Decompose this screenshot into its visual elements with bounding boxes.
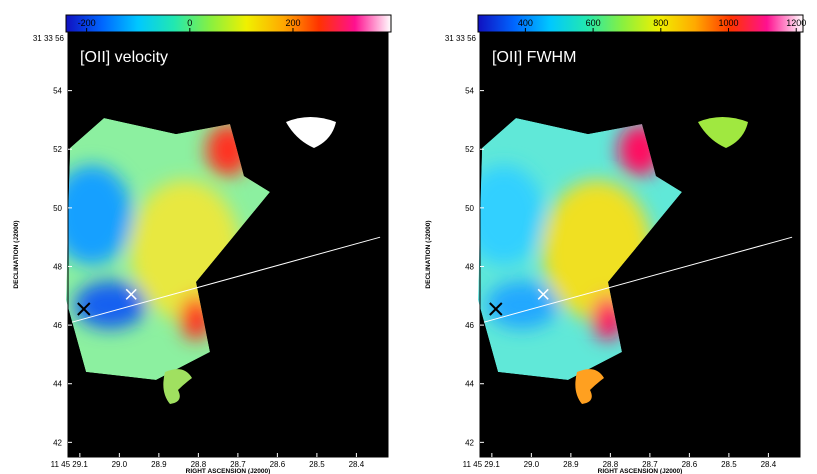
colorbar-tick-label: 600 (586, 18, 601, 28)
ra-first-label: 11 45 29.1 (51, 460, 89, 469)
ra-tick-label: 28.9 (563, 460, 579, 469)
dec-tick-label: 44 (53, 380, 62, 389)
ra-tick-label: 28.5 (721, 460, 737, 469)
dec-top-label: 31 33 56 (445, 34, 477, 43)
ra-tick-label: 29.0 (112, 460, 128, 469)
colorbar-tick-label: 0 (187, 18, 192, 28)
ra-tick-label: 29.0 (524, 460, 540, 469)
dec-tick-label: 54 (53, 87, 62, 96)
dec-tick-label: 52 (465, 145, 474, 154)
overlay-title: [OII] FWHM (492, 49, 576, 66)
ra-tick-label: 28.6 (682, 460, 698, 469)
colorbar-tick-label: 400 (518, 18, 533, 28)
colorbar-tick-label: -200 (78, 18, 96, 28)
y-axis-label: DECLINATION (J2000) (425, 220, 432, 288)
colorbar-tick-label: 800 (653, 18, 668, 28)
dec-tick-label: 46 (53, 321, 62, 330)
dec-tick-label: 44 (465, 380, 474, 389)
velocity-map-svg: -200 0 200 [OII] velocity 31 33 56 54 52 50 48 46… (13, 14, 392, 474)
dec-tick-label: 54 (465, 87, 474, 96)
y-axis-label: DECLINATION (J2000) (13, 220, 20, 288)
colorbar-tick-label: 200 (285, 18, 300, 28)
dec-tick-label: 42 (53, 438, 62, 447)
ra-tick-label: 28.6 (270, 460, 286, 469)
ra-tick-label: 28.4 (349, 460, 365, 469)
ra-tick-label: 28.5 (309, 460, 325, 469)
dec-tick-label: 50 (465, 204, 474, 213)
overlay-title: [OII] velocity (80, 49, 168, 66)
ra-tick-label: 28.9 (151, 460, 167, 469)
colorbar (65, 14, 392, 33)
ra-tick-label: 28.4 (761, 460, 777, 469)
x-axis-label: RIGHT ASCENSION (J2000) (598, 468, 683, 474)
ra-first-label: 11 45 29.1 (463, 460, 501, 469)
panel-fwhm: 400 600 800 1000 1200 [OII] FWHM 31 33 56 54 52 5… (412, 0, 817, 474)
cool-region (478, 165, 544, 265)
dec-tick-label: 50 (53, 204, 62, 213)
panel-velocity: -200 0 200 [OII] velocity 31 33 56 54 52 50 48 46… (0, 0, 405, 474)
x-axis-label: RIGHT ASCENSION (J2000) (186, 468, 271, 474)
dec-tick-label: 42 (465, 438, 474, 447)
colorbar-tick-label: 1200 (786, 18, 806, 28)
dec-top-label: 31 33 56 (33, 34, 65, 43)
dec-tick-label: 52 (53, 145, 62, 154)
dec-tick-label: 46 (465, 321, 474, 330)
fwhm-map-svg: 400 600 800 1000 1200 [OII] FWHM 31 33 56 54 52 5… (425, 14, 806, 474)
dec-tick-label: 48 (465, 262, 474, 271)
dec-tick-label: 48 (53, 262, 62, 271)
colorbar-tick-label: 1000 (719, 18, 739, 28)
cool-region (66, 165, 132, 265)
